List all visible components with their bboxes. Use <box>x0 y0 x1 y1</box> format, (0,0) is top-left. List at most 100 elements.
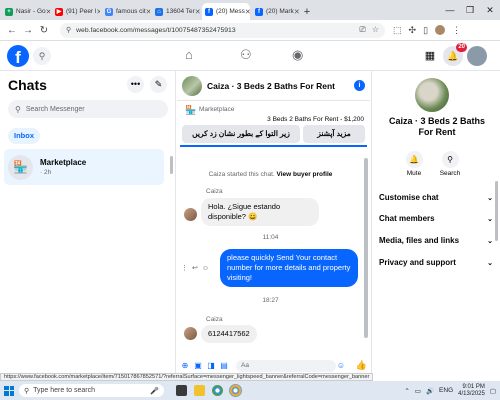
reply-icon[interactable]: ↩ <box>192 265 202 272</box>
close-tab-icon[interactable]: ✕ <box>294 8 300 16</box>
language-indicator[interactable]: ENG <box>439 387 453 394</box>
bell-icon: 🔔 <box>405 151 423 168</box>
windows-start-icon[interactable] <box>4 385 14 396</box>
maximize-icon[interactable]: ❐ <box>460 5 480 16</box>
section-chat-members[interactable]: Chat members ⌄ <box>379 214 493 223</box>
search-icon: ⚲ <box>441 151 459 168</box>
plus-circle-icon[interactable]: ⊕ <box>180 361 190 371</box>
facebook-logo[interactable]: f <box>7 45 29 67</box>
sidepanel-icon[interactable]: ▯ <box>423 25 428 36</box>
task-view-icon[interactable] <box>176 385 187 396</box>
search-button[interactable]: ⚲ Search <box>436 151 464 177</box>
bookmark-star-icon[interactable]: ☆ <box>372 25 379 35</box>
chrome-active-icon[interactable] <box>229 384 242 397</box>
close-tab-icon[interactable]: ✕ <box>146 8 150 16</box>
new-tab-button[interactable]: + <box>300 3 314 20</box>
conversation-item[interactable]: 🏪 Marketplace · 2h <box>4 149 164 185</box>
tab-label: 13604 Ter <box>166 8 195 15</box>
search-icon[interactable]: ⚲ <box>33 47 51 65</box>
browser-tab[interactable]: ▶ (91) Peer l ✕ <box>52 3 100 20</box>
profile-avatar[interactable] <box>435 25 446 35</box>
more-icon[interactable]: ⋮ <box>181 265 192 272</box>
image-icon[interactable]: ▣ <box>193 361 203 371</box>
close-window-icon[interactable]: ✕ <box>480 5 500 16</box>
browser-tab[interactable]: ⌂ 13604 Ter ✕ <box>152 3 200 20</box>
avatar[interactable] <box>184 208 197 221</box>
sticker-icon[interactable]: ◨ <box>206 361 216 371</box>
address-bar[interactable]: ⚲ web.facebook.com/messages/t/1007548735… <box>60 22 385 38</box>
browser-tab[interactable]: + Nasir - Go ✕ <box>2 3 50 20</box>
section-customise-chat[interactable]: Customise chat ⌄ <box>379 193 493 202</box>
listing-photo[interactable] <box>415 78 449 112</box>
details-panel: Caiza · 3 Beds 2 Baths For Rent 🔔 Mute ⚲… <box>371 71 500 373</box>
message-input[interactable]: Aa <box>236 359 336 372</box>
sender-name: Caiza <box>206 188 223 195</box>
inbox-tab[interactable]: Inbox <box>8 128 40 144</box>
friends-icon[interactable]: ⚇ <box>240 47 252 63</box>
tab-label: Nasir - Go <box>16 8 46 15</box>
close-tab-icon[interactable]: ✕ <box>245 8 250 16</box>
taskbar-search-input[interactable]: ⚲ Type here to search 🎤 <box>19 384 164 397</box>
menu-icon[interactable]: ⋮ <box>452 25 461 36</box>
outgoing-message[interactable]: please quickly Send Your contact number … <box>220 249 358 287</box>
react-icon[interactable]: ☺ <box>202 265 213 272</box>
messenger-search-input[interactable]: ⚲ Search Messenger <box>8 100 168 118</box>
like-icon[interactable]: 👍 <box>356 360 367 371</box>
groups-icon[interactable]: ◉ <box>292 47 303 63</box>
section-media-files[interactable]: Media, files and links ⌄ <box>379 236 493 245</box>
notifications-bell-icon[interactable]: 🔔 20 <box>443 43 467 66</box>
mark-pending-button[interactable]: زیر التوا کے بطور نشان زد کریں <box>182 125 300 143</box>
chevron-up-icon[interactable]: ⌃ <box>404 387 409 395</box>
tab-label: (91) Peer l <box>66 8 97 15</box>
file-explorer-icon[interactable] <box>194 385 205 396</box>
listing-summary[interactable]: 3 Beds 2 Baths For Rent - $1,200 <box>267 116 364 123</box>
browser-tab[interactable]: Gfamous cit ✕ <box>102 3 150 20</box>
network-icon[interactable]: ▭ <box>415 387 421 395</box>
chrome-icon[interactable] <box>212 385 223 396</box>
notification-center-icon[interactable]: ▢ <box>490 387 496 395</box>
mute-button[interactable]: 🔔 Mute <box>400 151 428 177</box>
minimize-icon[interactable]: — <box>440 5 460 15</box>
incoming-message[interactable]: 6124417562 <box>201 325 257 343</box>
chevron-down-icon: ⌄ <box>487 259 493 267</box>
avatar[interactable] <box>184 327 197 340</box>
close-tab-icon[interactable]: ✕ <box>46 8 50 16</box>
puzzle-icon[interactable]: ✣ <box>409 25 417 36</box>
microphone-icon[interactable]: 🎤 <box>150 387 159 395</box>
chat-header: Caiza · 3 Beds 2 Baths For Rent i <box>177 71 370 101</box>
chat-scrollbar[interactable] <box>364 158 368 338</box>
new-message-button[interactable]: ✎ <box>150 76 167 93</box>
extension-icon[interactable]: ⬚ <box>393 25 402 36</box>
windows-taskbar: ⚲ Type here to search 🎤 ⌃ ▭ 🔊 ENG 9:01 P… <box>0 381 500 400</box>
emoji-icon[interactable]: ☺ <box>336 361 346 371</box>
listing-thumbnail[interactable] <box>182 75 202 96</box>
account-avatar[interactable] <box>467 46 487 66</box>
view-buyer-profile-link[interactable]: View buyer profile <box>277 171 333 178</box>
browser-tab-active[interactable]: f (20) Mess ✕ <box>202 3 250 20</box>
incoming-message[interactable]: Hola. ¿Sigue estando disponible? 😀 <box>201 198 319 226</box>
more-options-button[interactable]: مزید آپشنز <box>303 125 365 143</box>
forward-icon[interactable]: → <box>20 25 36 36</box>
volume-icon[interactable]: 🔊 <box>426 387 434 395</box>
more-options-button[interactable]: ••• <box>127 76 144 93</box>
site-info-icon[interactable]: ⚲ <box>66 26 71 34</box>
reload-icon[interactable]: ↻ <box>36 25 52 36</box>
clock[interactable]: 9:01 PM 4/13/2025 <box>458 384 485 398</box>
section-privacy-support[interactable]: Privacy and support ⌄ <box>379 258 493 267</box>
browser-tab[interactable]: f (20) Mark ✕ <box>252 3 300 20</box>
sidebar-scrollbar[interactable] <box>170 156 173 174</box>
home-icon[interactable]: ⌂ <box>185 47 193 62</box>
close-tab-icon[interactable]: ✕ <box>96 8 100 16</box>
details-scrollbar[interactable] <box>495 181 498 241</box>
install-icon[interactable]: ⎚ <box>359 25 365 35</box>
mute-label: Mute <box>406 170 422 177</box>
search-icon: ⚲ <box>24 387 30 395</box>
clock-time: 9:01 PM <box>462 383 485 390</box>
apps-menu-icon[interactable]: ▦ <box>420 46 440 66</box>
info-icon[interactable]: i <box>354 80 365 91</box>
gif-icon[interactable]: ▤ <box>219 361 229 371</box>
back-icon[interactable]: ← <box>4 25 20 36</box>
chat-title[interactable]: Caiza · 3 Beds 2 Baths For Rent <box>207 81 335 91</box>
close-tab-icon[interactable]: ✕ <box>195 8 200 16</box>
taskbar-search-placeholder: Type here to search <box>33 387 96 394</box>
